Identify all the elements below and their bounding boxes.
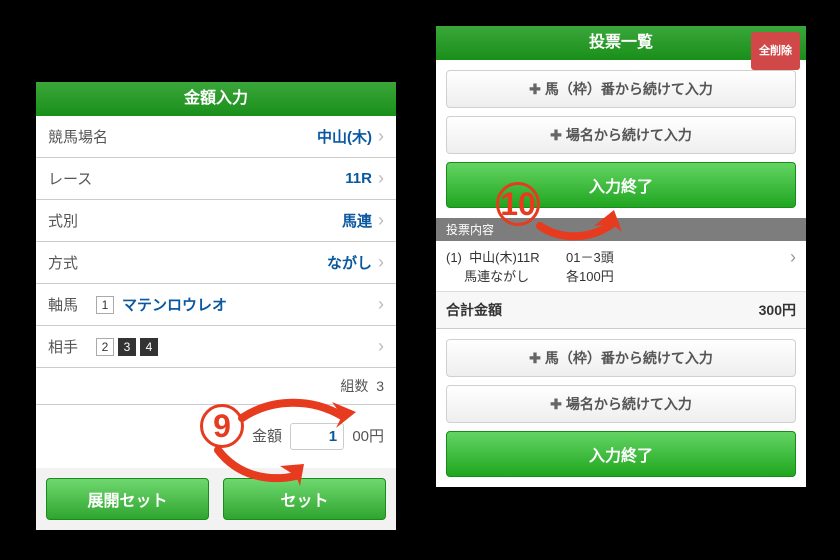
- chevron-right-icon: ›: [378, 336, 384, 357]
- bet-col2a: 01－3頭: [566, 250, 614, 265]
- continue-from-horse-button-2[interactable]: ✚馬（枠）番から続けて入力: [446, 339, 796, 377]
- plus-icon: ✚: [529, 81, 541, 97]
- annotation-callout-10: 10: [496, 182, 540, 226]
- vote-list-title-text: 投票一覧: [589, 34, 653, 51]
- row-axis-horse[interactable]: 軸馬 1 マテンロウレオ ›: [36, 284, 396, 326]
- finish-input-button-bottom[interactable]: 入力終了: [446, 431, 796, 477]
- continue-name-label-2: 場名から続けて入力: [566, 396, 692, 412]
- racecourse-value: 中山(木): [317, 126, 372, 147]
- racecourse-label: 競馬場名: [48, 126, 108, 147]
- row-bet-type[interactable]: 式別 馬連 ›: [36, 200, 396, 242]
- total-value: 300円: [759, 300, 796, 320]
- race-label: レース: [48, 168, 92, 189]
- opponent-num-1: 2: [96, 338, 114, 356]
- continue-horse-label-2: 馬（枠）番から続けて入力: [545, 350, 713, 366]
- annotation-callout-9: 9: [200, 404, 244, 448]
- total-row: 合計金額 300円: [436, 292, 806, 329]
- bet-type-value: 馬連: [342, 210, 372, 231]
- method-value: ながし: [327, 252, 372, 273]
- row-racecourse[interactable]: 競馬場名 中山(木) ›: [36, 116, 396, 158]
- axis-label: 軸馬: [48, 294, 78, 315]
- continue-horse-label: 馬（枠）番から続けて入力: [545, 81, 713, 97]
- delete-all-button[interactable]: 全削除: [751, 32, 800, 70]
- row-opponent[interactable]: 相手 2 3 4 ›: [36, 326, 396, 368]
- axis-number: 1: [96, 296, 114, 314]
- bet-type-label: 式別: [48, 210, 78, 231]
- row-method[interactable]: 方式 ながし ›: [36, 242, 396, 284]
- method-label: 方式: [48, 252, 78, 273]
- chevron-right-icon: ›: [378, 294, 384, 315]
- chevron-right-icon: ›: [378, 126, 384, 147]
- bet-col2b: 各100円: [566, 269, 614, 284]
- plus-icon: ✚: [550, 396, 562, 412]
- continue-name-label: 場名から続けて入力: [566, 127, 692, 143]
- bet-line2: 馬連ながし: [464, 269, 529, 284]
- chevron-right-icon: ›: [378, 168, 384, 189]
- annotation-arrow-10: [530, 198, 630, 248]
- expand-set-button[interactable]: 展開セット: [46, 478, 209, 520]
- chevron-right-icon: ›: [378, 252, 384, 273]
- axis-horse-name: マテンロウレオ: [122, 294, 227, 315]
- plus-icon: ✚: [550, 127, 562, 143]
- continue-from-horse-button[interactable]: ✚馬（枠）番から続けて入力: [446, 70, 796, 108]
- opponent-num-2: 3: [118, 338, 136, 356]
- vote-list-panel: 投票一覧 全削除 ✚馬（枠）番から続けて入力 ✚場名から続けて入力 入力終了 投…: [436, 26, 806, 487]
- opponent-label: 相手: [48, 336, 78, 357]
- chevron-right-icon: ›: [378, 210, 384, 231]
- continue-from-name-button[interactable]: ✚場名から続けて入力: [446, 116, 796, 154]
- chevron-right-icon: ›: [676, 247, 796, 285]
- opponent-num-3: 4: [140, 338, 158, 356]
- bet-line1: 中山(木)11R: [469, 250, 540, 265]
- plus-icon: ✚: [529, 350, 541, 366]
- kumi-value: 3: [376, 378, 384, 394]
- bet-index: (1): [446, 250, 462, 265]
- vote-list-title: 投票一覧 全削除: [436, 26, 806, 60]
- bet-row-1[interactable]: (1) 中山(木)11R 馬連ながし 01－3頭 各100円 ›: [436, 241, 806, 292]
- continue-from-name-button-2[interactable]: ✚場名から続けて入力: [446, 385, 796, 423]
- amount-entry-title: 金額入力: [36, 82, 396, 116]
- row-race[interactable]: レース 11R ›: [36, 158, 396, 200]
- race-value: 11R: [345, 170, 372, 187]
- total-label: 合計金額: [446, 300, 502, 320]
